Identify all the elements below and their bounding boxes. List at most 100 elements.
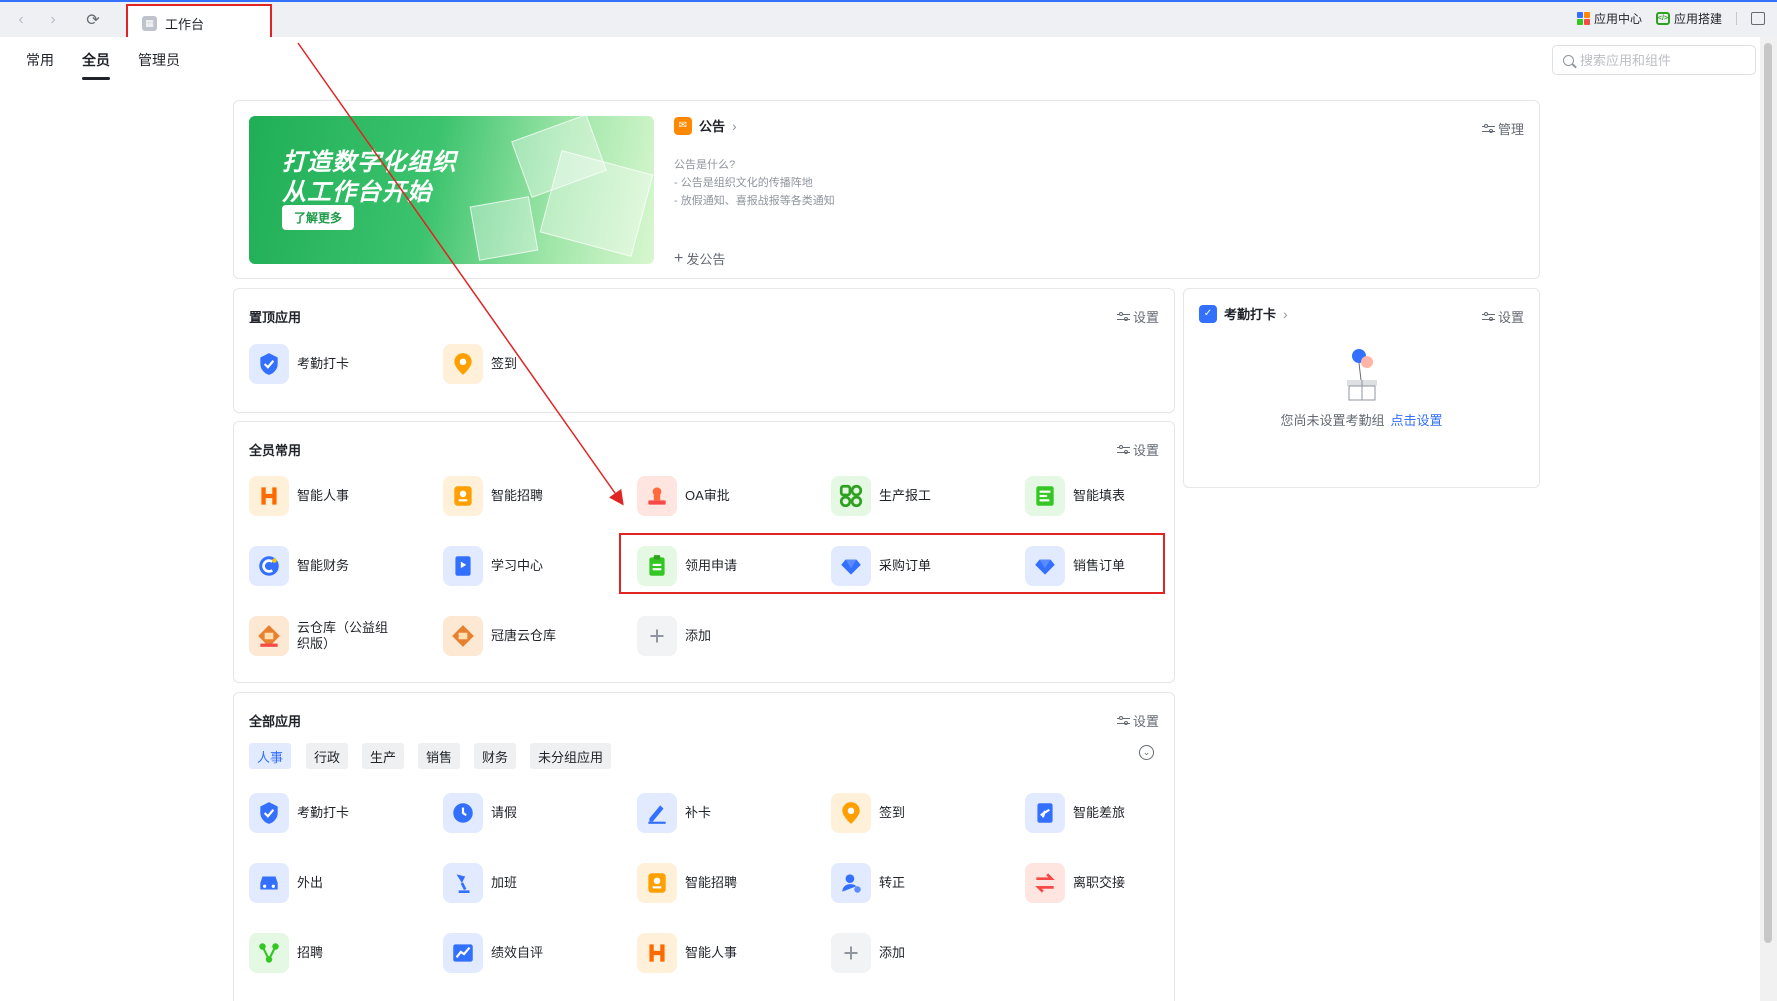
app-attendance[interactable]: 考勤打卡 <box>249 793 409 833</box>
settings-label: 设置 <box>1497 310 1524 325</box>
attendance-widget: ✓ 考勤打卡 › 设置 您尚未设置考勤组 点击设置 <box>1183 288 1540 488</box>
app-center-button[interactable]: 应用中心 <box>1576 10 1642 27</box>
category-tab-finance[interactable]: 财务 <box>474 743 517 769</box>
megaphone-icon: ✉ <box>674 116 692 135</box>
finance-icon <box>249 546 289 586</box>
chevron-down-icon[interactable]: ⌄ <box>1139 745 1154 760</box>
app-label: 智能填表 <box>1073 488 1126 503</box>
app-overtime[interactable]: 加班 <box>443 863 603 903</box>
open-external-icon[interactable] <box>1751 12 1765 25</box>
app-going-out[interactable]: 外出 <box>249 863 409 903</box>
announcement-header[interactable]: ✉ 公告 › <box>674 116 737 135</box>
post-announcement-button[interactable]: + 发公告 <box>674 249 725 268</box>
diamond-heart-icon <box>831 546 871 586</box>
app-smart-hr[interactable]: 智能人事 <box>637 933 797 973</box>
tab-all-members[interactable]: 全员 <box>82 50 110 80</box>
app-checkin[interactable]: 签到 <box>443 344 603 384</box>
attendance-widget-header[interactable]: ✓ 考勤打卡 › <box>1199 304 1288 323</box>
app-attendance[interactable]: 考勤打卡 <box>249 344 409 384</box>
app-oa-approval[interactable]: OA审批 <box>637 476 797 516</box>
badge-icon <box>443 476 483 516</box>
all-apps-settings-button[interactable]: 设置 <box>1116 711 1159 730</box>
app-performance-review[interactable]: 绩效自评 <box>443 933 603 973</box>
app-label: 外出 <box>297 875 324 890</box>
tab-admin[interactable]: 管理员 <box>138 50 180 70</box>
clipboard-icon <box>637 546 677 586</box>
app-center-icon <box>1576 12 1590 25</box>
app-smart-form[interactable]: 智能填表 <box>1025 476 1185 516</box>
attendance-settings-button[interactable]: 设置 <box>1481 307 1524 326</box>
settings-label: 设置 <box>1132 443 1159 458</box>
category-tab-ungrouped[interactable]: 未分组应用 <box>530 743 612 769</box>
diamond-heart-icon <box>1025 546 1065 586</box>
setup-link[interactable]: 点击设置 <box>1391 413 1443 428</box>
category-tab-admin[interactable]: 行政 <box>306 743 349 769</box>
app-build-button[interactable]: </> 应用搭建 <box>1655 10 1722 27</box>
app-requisition[interactable]: 领用申请 <box>637 546 797 586</box>
app-smart-finance[interactable]: 智能财务 <box>249 546 409 586</box>
app-learning-center[interactable]: 学习中心 <box>443 546 603 586</box>
app-recruitment[interactable]: 招聘 <box>249 933 409 973</box>
category-tab-hr[interactable]: 人事 <box>249 743 292 769</box>
common-settings-button[interactable]: 设置 <box>1116 440 1159 459</box>
app-label: 学习中心 <box>491 558 544 573</box>
nodes-icon <box>249 933 289 973</box>
promo-banner[interactable]: 打造数字化组织 从工作台开始 了解更多 <box>249 116 654 264</box>
settings-label: 设置 <box>1132 714 1159 729</box>
settings-sliders-icon <box>1116 715 1130 726</box>
app-smart-recruit[interactable]: 智能招聘 <box>443 476 603 516</box>
back-icon[interactable]: ‹ <box>10 9 32 31</box>
app-smart-hr[interactable]: 智能人事 <box>249 476 409 516</box>
app-label: 智能人事 <box>685 945 738 960</box>
plus-icon <box>831 933 871 973</box>
settings-sliders-icon <box>1481 123 1495 134</box>
learn-more-button[interactable]: 了解更多 <box>282 205 355 230</box>
app-regularization[interactable]: 转正 <box>831 863 991 903</box>
common-apps-card: 全员常用 设置 智能人事 智能招聘 OA审批 生产报工 智能填表 智能财务 学习… <box>233 421 1175 683</box>
search-input[interactable] <box>1580 52 1740 68</box>
forward-icon[interactable]: › <box>42 9 64 31</box>
empty-message: 您尚未设置考勤组 <box>1280 413 1385 428</box>
app-label: 绩效自评 <box>491 945 544 960</box>
tab-common[interactable]: 常用 <box>26 50 54 70</box>
settings-sliders-icon <box>1116 311 1130 322</box>
refresh-icon[interactable]: ⟳ <box>82 9 104 31</box>
app-guantang-warehouse[interactable]: 冠唐云仓库 <box>443 616 603 656</box>
workbench-icon: ▦ <box>142 15 157 31</box>
search-box[interactable] <box>1552 45 1756 75</box>
app-checkin[interactable]: 签到 <box>831 793 991 833</box>
announcement-line: - 放假通知、喜报战报等各类通知 <box>674 195 835 207</box>
settings-label: 设置 <box>1132 310 1159 325</box>
badge-icon <box>637 863 677 903</box>
pinned-apps-title: 置顶应用 <box>249 310 302 325</box>
app-label: 智能招聘 <box>491 488 544 503</box>
search-icon <box>1563 54 1574 66</box>
app-label: 招聘 <box>297 945 324 960</box>
app-makeup-punch[interactable]: 补卡 <box>637 793 797 833</box>
announcement-line: 公告是什么? <box>674 159 736 171</box>
app-label: 智能人事 <box>297 488 350 503</box>
all-apps-card: 全部应用 设置 人事 行政 生产 销售 财务 未分组应用 ⌄ 考勤打卡 请假 补… <box>233 692 1175 1001</box>
scrollbar-thumb[interactable] <box>1764 43 1772 943</box>
form-icon <box>1025 476 1065 516</box>
pinned-settings-button[interactable]: 设置 <box>1116 307 1159 326</box>
shield-check-icon <box>249 793 289 833</box>
app-smart-travel[interactable]: 智能差旅 <box>1025 793 1185 833</box>
app-smart-recruit[interactable]: 智能招聘 <box>637 863 797 903</box>
app-cloud-warehouse-nonprofit[interactable]: 云仓库（公益组织版） <box>249 616 399 656</box>
app-purchase-order[interactable]: 采购订单 <box>831 546 991 586</box>
app-production-report[interactable]: 生产报工 <box>831 476 991 516</box>
announcement-manage-button[interactable]: 管理 <box>1481 119 1524 138</box>
warehouse-icon <box>249 616 289 656</box>
scrollbar[interactable] <box>1760 37 1777 1001</box>
divider <box>1736 12 1737 25</box>
app-leave[interactable]: 请假 <box>443 793 603 833</box>
app-label: 智能财务 <box>297 558 350 573</box>
app-resignation-handover[interactable]: 离职交接 <box>1025 863 1185 903</box>
add-app-button[interactable]: 添加 <box>831 933 991 973</box>
workbench-main: 打造数字化组织 从工作台开始 了解更多 ✉ 公告 › 管理 公告是什么? - 公… <box>0 81 1760 1001</box>
category-tab-sales[interactable]: 销售 <box>418 743 461 769</box>
app-sales-order[interactable]: 销售订单 <box>1025 546 1185 586</box>
category-tab-production[interactable]: 生产 <box>362 743 405 769</box>
add-common-app-button[interactable]: 添加 <box>637 616 797 656</box>
